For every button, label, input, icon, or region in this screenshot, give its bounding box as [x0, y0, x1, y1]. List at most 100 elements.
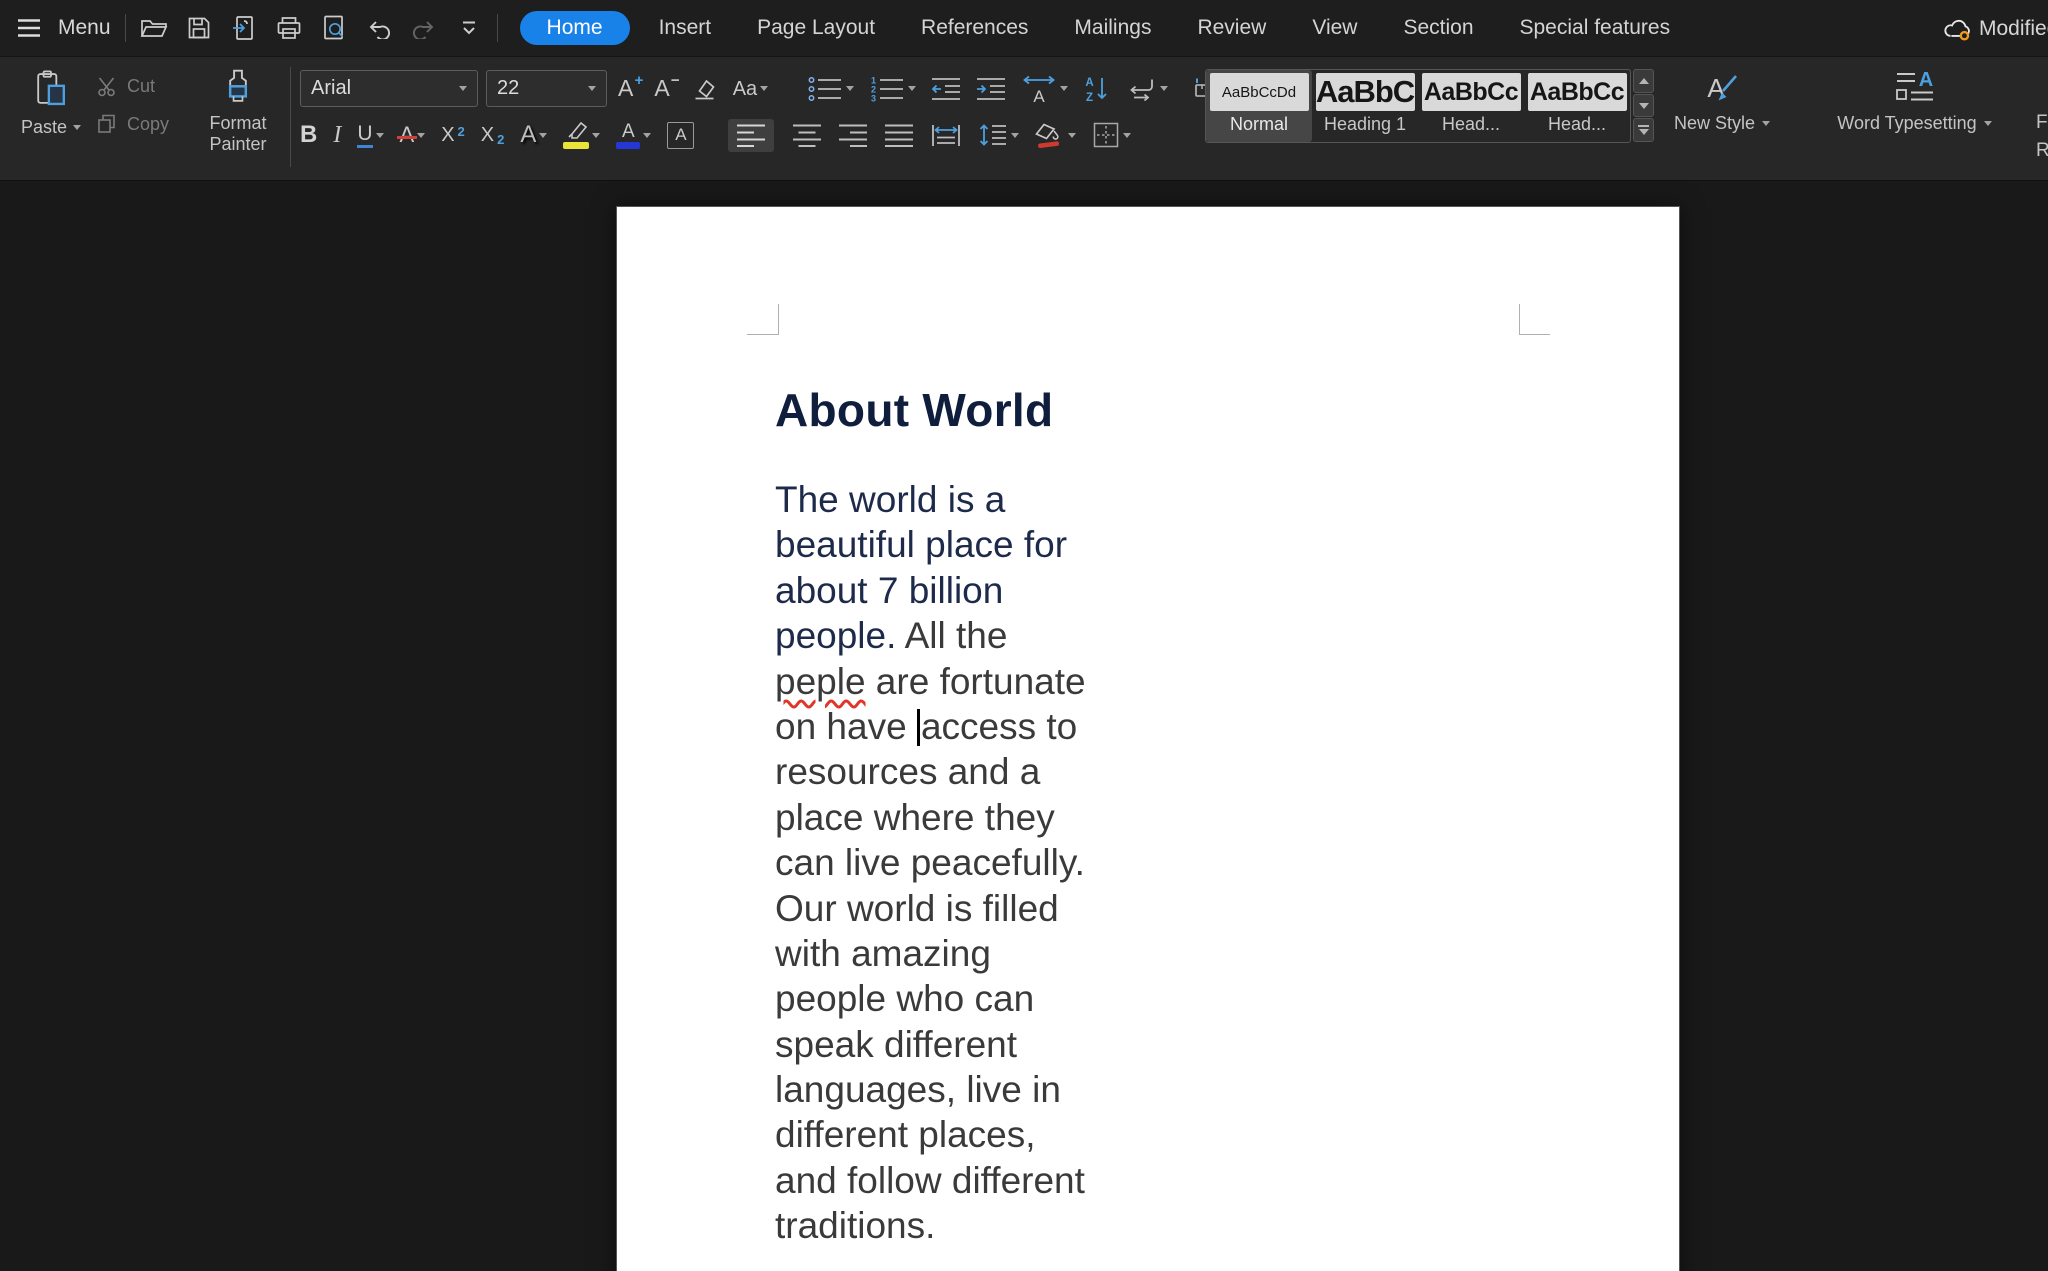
hamburger-menu-icon[interactable] [16, 15, 42, 41]
text-line[interactable]: The world is a [775, 477, 1086, 522]
document-page[interactable]: About World The world is a beautiful pla… [617, 207, 1679, 1271]
new-style-button[interactable]: A New Style [1662, 69, 1782, 134]
line-spacing-button[interactable] [978, 122, 1019, 148]
text-line[interactable]: place where they [775, 795, 1086, 840]
text-line[interactable]: speak different [775, 1022, 1086, 1067]
misspelled-word[interactable]: peple [775, 661, 866, 702]
copy-button[interactable]: Copy [96, 113, 169, 135]
document-canvas: About World The world is a beautiful pla… [0, 182, 2048, 1271]
increase-font-size-button[interactable]: A+ [618, 77, 633, 100]
justify-button[interactable] [884, 123, 914, 148]
bullet-list-button[interactable] [807, 76, 854, 102]
align-left-button[interactable] [728, 119, 774, 152]
margin-crop-mark-top-left [747, 304, 779, 335]
svg-text:3: 3 [871, 93, 876, 102]
save-icon[interactable] [185, 13, 213, 43]
shading-fill-button[interactable] [1035, 122, 1076, 149]
title-bar: Menu Home Insert Page Layout Re [0, 0, 2048, 57]
menu-button[interactable]: Menu [58, 16, 111, 40]
decrease-font-size-button[interactable]: A− [654, 77, 669, 100]
superscript-button[interactable]: X2 [441, 124, 465, 147]
highlight-color-button[interactable] [563, 121, 600, 149]
print-icon[interactable] [275, 13, 303, 43]
text-line[interactable]: different places, [775, 1112, 1086, 1157]
styles-scroll-down-button[interactable] [1633, 94, 1654, 118]
align-right-button[interactable] [838, 123, 868, 148]
text-line[interactable]: resources and a [775, 749, 1086, 794]
decrease-indent-button[interactable] [931, 76, 961, 102]
character-scaling-button[interactable]: A [1021, 75, 1068, 103]
text-line[interactable]: people who can [775, 976, 1086, 1021]
tab-section[interactable]: Section [1380, 0, 1496, 56]
show-paragraph-marks-button[interactable] [1125, 77, 1168, 101]
change-case-button[interactable]: Aa [733, 79, 768, 99]
svg-text:A: A [1918, 69, 1932, 91]
underline-button[interactable]: U [357, 123, 383, 148]
redo-icon[interactable] [410, 13, 438, 43]
text-effects-button[interactable]: A [520, 123, 547, 147]
style-normal[interactable]: AaBbCcDd Normal [1206, 70, 1312, 142]
text-line-misspelled[interactable]: peple are fortunate [775, 659, 1086, 704]
paste-button[interactable]: Paste [12, 69, 90, 138]
text-line[interactable]: about 7 billion [775, 568, 1086, 613]
customize-toolbar-chevron-icon[interactable] [455, 13, 483, 43]
tab-home[interactable]: Home [520, 11, 630, 45]
character-border-button[interactable]: A [667, 122, 694, 149]
dropdown-arrow-icon [459, 86, 467, 91]
tab-special-features[interactable]: Special features [1497, 0, 1694, 56]
tab-review[interactable]: Review [1174, 0, 1289, 56]
strikethrough-button[interactable]: A [400, 124, 426, 146]
style-preview: AaBbCc [1422, 73, 1521, 111]
style-heading-1[interactable]: AaBbC Heading 1 [1312, 70, 1418, 142]
cut-scissors-icon [96, 75, 119, 97]
paste-label: Paste [21, 117, 67, 138]
styles-scroll-up-button[interactable] [1633, 69, 1654, 93]
tab-view[interactable]: View [1289, 0, 1380, 56]
cloud-sync-status[interactable]: Modified [1942, 0, 2048, 57]
text-line-with-cursor[interactable]: on have access to [775, 704, 1086, 749]
increase-indent-button[interactable] [976, 76, 1006, 102]
numbered-list-button[interactable]: 123 [869, 76, 916, 102]
font-size-select[interactable]: 22 [486, 70, 607, 107]
export-pdf-icon[interactable] [230, 13, 258, 43]
text-line[interactable]: people. All the [775, 613, 1086, 658]
text-line[interactable]: beautiful place for [775, 522, 1086, 567]
tab-references[interactable]: References [898, 0, 1051, 56]
undo-icon[interactable] [365, 13, 393, 43]
distribute-text-button[interactable] [930, 123, 962, 148]
app-window: { "topbar": { "menu_label": "Menu", "tab… [0, 0, 2048, 1271]
styles-more-button[interactable] [1633, 118, 1654, 142]
borders-button[interactable] [1092, 121, 1131, 149]
format-painter-label: Format Painter [198, 113, 278, 155]
open-file-icon[interactable] [140, 13, 168, 43]
bold-button[interactable]: B [300, 123, 317, 147]
text-line[interactable]: traditions. [775, 1203, 1086, 1248]
sort-button[interactable]: AZ [1083, 75, 1110, 103]
find-button-clipped[interactable]: F [2036, 112, 2048, 134]
word-typesetting-button[interactable]: A Word Typesetting [1812, 69, 2017, 134]
style-heading-3[interactable]: AaBbCc Head... [1524, 70, 1630, 142]
cut-button[interactable]: Cut [96, 75, 169, 97]
document-body-text[interactable]: The world is a beautiful place for about… [775, 477, 1086, 1249]
text-line[interactable]: can live peacefully. [775, 840, 1086, 885]
style-heading-2[interactable]: AaBbCc Head... [1418, 70, 1524, 142]
text-line[interactable]: with amazing [775, 931, 1086, 976]
text-line[interactable]: languages, live in [775, 1067, 1086, 1112]
clear-formatting-eraser-icon[interactable] [691, 77, 718, 101]
italic-button[interactable]: I [333, 123, 341, 147]
font-color-button[interactable]: A [616, 122, 651, 149]
replace-button-clipped[interactable]: R [2036, 140, 2048, 162]
text-line[interactable]: Our world is filled [775, 886, 1086, 931]
text-line[interactable]: and follow different [775, 1158, 1086, 1203]
font-family-select[interactable]: Arial [300, 70, 478, 107]
tab-mailings[interactable]: Mailings [1051, 0, 1174, 56]
styles-gallery: AaBbCcDd Normal AaBbC Heading 1 AaBbCc H… [1205, 69, 1631, 143]
tab-insert[interactable]: Insert [636, 0, 735, 56]
print-preview-icon[interactable] [320, 13, 348, 43]
format-painter-button[interactable]: Format Painter [192, 69, 284, 155]
align-center-button[interactable] [792, 123, 822, 148]
subscript-button[interactable]: X2 [481, 124, 505, 147]
tab-page-layout[interactable]: Page Layout [734, 0, 898, 56]
document-heading[interactable]: About World [775, 383, 1053, 437]
quick-access-toolbar [140, 13, 483, 43]
